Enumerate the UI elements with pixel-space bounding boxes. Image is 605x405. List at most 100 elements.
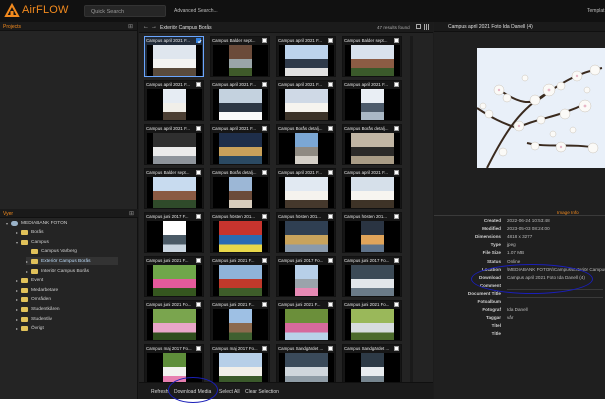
thumbnail-checkbox[interactable] — [262, 38, 267, 43]
thumbnail-checkbox[interactable] — [328, 126, 333, 131]
tree-item[interactable]: ▸ Exteriör Campus Borås — [26, 257, 118, 266]
thumbnail-card[interactable]: Campus hösten 201... — [342, 212, 402, 253]
photo — [361, 89, 384, 120]
thumbnail-card[interactable]: Campus Balder sept... — [210, 36, 270, 77]
thumbnail-checkbox[interactable] — [262, 302, 267, 307]
thumbnail-card[interactable]: Campus Borås detalj... — [210, 168, 270, 209]
photo — [163, 89, 186, 120]
thumbnail-checkbox[interactable] — [328, 170, 333, 175]
tree-item[interactable]: ▸ Studentkåren — [16, 305, 60, 313]
thumbnail-checkbox[interactable] — [394, 214, 399, 219]
thumbnail-checkbox[interactable] — [196, 214, 201, 219]
tree-item[interactable]: ▸ Medarbetare — [16, 286, 58, 294]
thumbnail-checkbox[interactable] — [394, 82, 399, 87]
thumbnail-checkbox[interactable] — [394, 170, 399, 175]
thumbnail-card[interactable]: Campus april 2021 F... — [210, 80, 270, 121]
thumbnail-checkbox[interactable] — [196, 258, 201, 263]
thumbnail-checkbox[interactable] — [328, 346, 333, 351]
thumbnail-checkbox[interactable] — [328, 302, 333, 307]
thumbnail-checkbox[interactable] — [328, 214, 333, 219]
advanced-search-link[interactable]: Advanced Search... — [174, 8, 218, 14]
thumbnail-checkbox[interactable] — [196, 38, 202, 44]
thumbnail-checkbox[interactable] — [328, 258, 333, 263]
select-all-button[interactable]: Select All — [219, 389, 240, 395]
arrow-left-icon[interactable]: ← — [143, 24, 149, 30]
thumbnail-checkbox[interactable] — [262, 214, 267, 219]
thumbnail-checkbox[interactable] — [394, 38, 399, 43]
thumbnail-label: Campus juni 2021 F... — [212, 258, 255, 263]
thumbnail-card[interactable]: Campus april 2021 F... — [144, 80, 204, 121]
thumbnail-label: Campus Sandgärdet ... — [278, 346, 324, 351]
thumbnail-checkbox[interactable] — [394, 302, 399, 307]
thumbnail-card[interactable]: Campus juni 2017 Fo... — [276, 256, 336, 297]
thumbnail-checkbox[interactable] — [196, 170, 201, 175]
tree-item[interactable]: ▸ Områden — [16, 296, 51, 304]
thumbnail-card[interactable]: Campus hösten 201... — [276, 212, 336, 253]
thumbnail-card[interactable]: Campus hösten 201... — [210, 212, 270, 253]
thumbnail-checkbox[interactable] — [328, 38, 333, 43]
thumbnail-checkbox[interactable] — [196, 346, 201, 351]
metadata-value: vår — [507, 315, 514, 321]
thumbnail-image — [213, 89, 268, 120]
photo — [219, 221, 262, 252]
tree-item[interactable]: Campus Varberg — [26, 248, 77, 256]
thumbnail-image — [279, 309, 334, 340]
refresh-button[interactable]: Refresh — [151, 389, 169, 395]
tree-item[interactable]: ▸ Övrigt — [16, 325, 44, 333]
photo — [295, 265, 318, 296]
clear-selection-button[interactable]: Clear Selection — [245, 389, 279, 395]
thumbnail-checkbox[interactable] — [262, 82, 267, 87]
thumbnail-card[interactable]: Campus juni 2021 Fo... — [342, 300, 402, 341]
thumbnail-card[interactable]: Campus Sandgärdet ... — [342, 344, 402, 385]
thumbnail-card[interactable]: Campus april 2021 F... — [276, 168, 336, 209]
tree-item[interactable]: ▸ Borås — [16, 229, 44, 237]
thumbnail-checkbox[interactable] — [328, 82, 333, 87]
thumbnail-card[interactable]: Campus juni 2021 F... — [144, 256, 204, 297]
thumbnail-card[interactable]: Campus Balder sept... — [144, 168, 204, 209]
arrow-right-icon[interactable]: → — [151, 24, 157, 30]
tree-item-label: Borås — [31, 230, 44, 236]
thumbnail-checkbox[interactable] — [262, 170, 267, 175]
thumbnail-card[interactable]: Campus Borås detalj... — [276, 124, 336, 165]
thumbnail-checkbox[interactable] — [262, 258, 267, 263]
thumbnail-card[interactable]: Campus Borås detalj... — [342, 124, 402, 165]
thumbnail-checkbox[interactable] — [196, 302, 201, 307]
thumbnail-checkbox[interactable] — [196, 126, 201, 131]
thumbnail-checkbox[interactable] — [394, 126, 399, 131]
thumbnail-card[interactable]: Campus Sandgärdet ... — [276, 344, 336, 385]
thumbnail-checkbox[interactable] — [394, 258, 399, 263]
thumbnail-card[interactable]: Campus juni 2021 F... — [210, 300, 270, 341]
thumbnail-card[interactable]: Campus juni 2017 F... — [144, 212, 204, 253]
grid-view-icon[interactable] — [424, 24, 430, 30]
thumbnail-card[interactable]: Campus april 2021 F... — [276, 80, 336, 121]
thumbnail-card[interactable]: Campus april 2021 F... — [210, 124, 270, 165]
thumbnail-card[interactable]: Campus juni 2021 F... — [276, 300, 336, 341]
thumbnail-card[interactable]: Campus juni 2017 Fo... — [342, 256, 402, 297]
quick-search-input[interactable]: Quick Search — [84, 5, 166, 17]
thumbnail-card[interactable]: Campus april 2021 F... — [144, 36, 204, 77]
folder-icon — [21, 297, 28, 303]
list-view-icon[interactable] — [416, 24, 421, 29]
thumbnail-checkbox[interactable] — [394, 346, 399, 351]
tree-item[interactable]: ▸ Event — [16, 277, 43, 285]
tree-item[interactable]: ▾ Campus — [16, 238, 49, 246]
pin-icon[interactable]: ⊞ — [128, 23, 133, 30]
templates-link[interactable]: Templat — [587, 8, 605, 14]
thumbnail-checkbox[interactable] — [196, 82, 201, 87]
thumbnail-card[interactable]: Campus april 2021 F... — [144, 124, 204, 165]
thumbnail-card[interactable]: Campus Balder sept... — [342, 36, 402, 77]
thumbnail-card[interactable]: Campus juni 2021 Fo... — [144, 300, 204, 341]
thumbnail-card[interactable]: Campus maj 2017 Fo... — [210, 344, 270, 385]
thumbnail-checkbox[interactable] — [262, 346, 267, 351]
grid-scrollbar[interactable] — [410, 36, 413, 382]
tree-item[interactable]: ▾ MEDIABANK FOTON — [6, 219, 67, 227]
thumbnail-card[interactable]: Campus april 2021 F... — [342, 80, 402, 121]
tree-item[interactable]: ▸ Interiör Campus Borås — [26, 267, 89, 275]
thumbnail-card[interactable]: Campus april 2021 F... — [342, 168, 402, 209]
thumbnail-card[interactable]: Campus juni 2021 F... — [210, 256, 270, 297]
pin-icon[interactable]: ⊞ — [129, 210, 134, 217]
thumbnail-label: Campus april 2021 F... — [278, 82, 322, 87]
thumbnail-card[interactable]: Campus april 2021 F... — [276, 36, 336, 77]
tree-item[interactable]: ▸ Studentliv — [16, 315, 52, 323]
thumbnail-checkbox[interactable] — [262, 126, 267, 131]
